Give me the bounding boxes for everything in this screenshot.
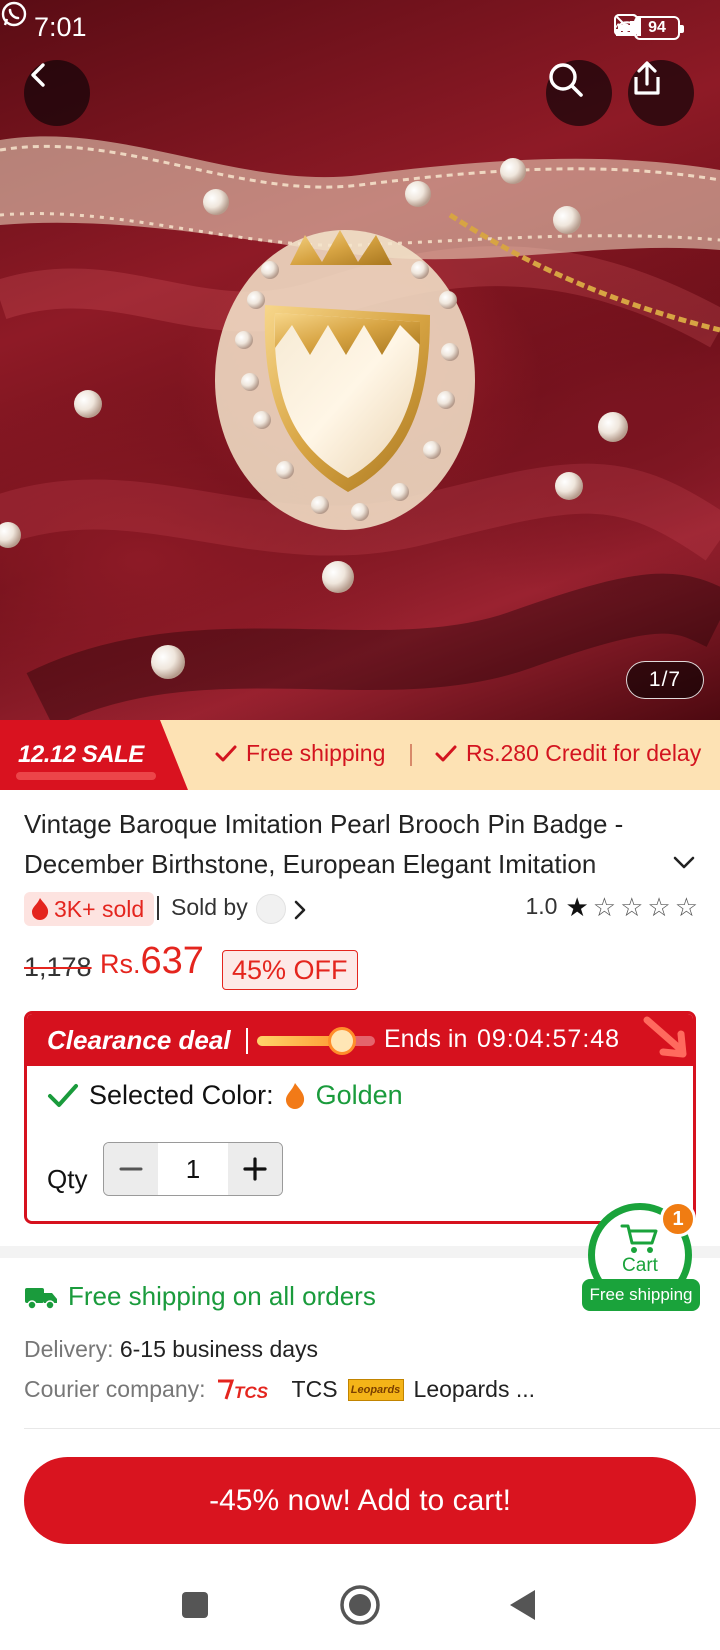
product-image[interactable]: 7:01 4G bbox=[0, 0, 720, 720]
clearance-deal-box: Clearance deal Ends in 09:04:57:48 Selec… bbox=[24, 1011, 696, 1224]
flame-icon bbox=[285, 1082, 304, 1109]
courier-tcs: TCS bbox=[291, 1376, 338, 1402]
back-nav-button[interactable] bbox=[500, 1582, 546, 1628]
battery-indicator: 94 bbox=[634, 16, 684, 40]
sold-badge: 3K+ sold bbox=[24, 892, 155, 926]
delivery-info: Delivery: 6-15 business days bbox=[24, 1336, 318, 1363]
chevron-right-icon[interactable] bbox=[290, 898, 310, 922]
star-empty-icon: ☆ bbox=[647, 891, 671, 922]
clearance-body: Selected Color: Golden Qty 1 bbox=[27, 1066, 693, 1221]
cart-free-shipping-tag: Free shipping bbox=[582, 1279, 700, 1311]
check-icon bbox=[435, 745, 457, 761]
star-full-icon: ★ bbox=[565, 891, 589, 922]
check-icon bbox=[48, 1083, 78, 1107]
share-button[interactable] bbox=[628, 60, 694, 126]
delivery-value: 6-15 business days bbox=[119, 1336, 319, 1362]
minus-icon bbox=[119, 1167, 143, 1171]
currency-label: Rs. bbox=[100, 949, 141, 979]
star-empty-icon: ☆ bbox=[674, 891, 698, 922]
clearance-title: Clearance deal bbox=[47, 1025, 231, 1055]
seller-logo[interactable] bbox=[256, 894, 286, 924]
fire-icon bbox=[32, 898, 49, 920]
check-icon bbox=[215, 745, 237, 761]
whatsapp-icon bbox=[1, 1, 27, 27]
current-price: Rs. 637 bbox=[100, 940, 204, 983]
promo-strip[interactable]: 12.12 SALE Free shipping Rs.280 Credit f… bbox=[0, 720, 720, 790]
decrease-button[interactable] bbox=[104, 1143, 158, 1195]
promo-free-shipping-label: Free shipping bbox=[246, 740, 386, 766]
star-empty-icon: ☆ bbox=[592, 891, 617, 922]
triangle-back-icon bbox=[510, 1590, 535, 1620]
sale-banner[interactable]: 12.12 SALE bbox=[0, 720, 188, 790]
courier-label: Courier company: bbox=[24, 1376, 206, 1402]
arrow-down-icon bbox=[643, 1016, 687, 1058]
add-to-cart-button[interactable]: -45% now! Add to cart! bbox=[24, 1457, 696, 1544]
floating-cart-button[interactable]: Cart 1 Free shipping bbox=[582, 1201, 700, 1311]
leopards-logo: Leopards bbox=[347, 1378, 404, 1401]
qty-label: Qty bbox=[47, 1164, 88, 1194]
free-shipping-headline: Free shipping on all orders bbox=[68, 1281, 376, 1311]
system-nav-bar bbox=[0, 1560, 720, 1650]
status-bar: 7:01 4G bbox=[0, 0, 720, 56]
quantity-value[interactable]: 1 bbox=[158, 1143, 228, 1195]
back-button[interactable] bbox=[24, 60, 90, 126]
back-arrow-icon bbox=[31, 63, 45, 87]
clearance-progress bbox=[257, 1027, 375, 1055]
selected-color-value: Golden bbox=[315, 1080, 403, 1110]
search-button[interactable] bbox=[546, 60, 612, 126]
selected-color-row[interactable]: Selected Color: Golden bbox=[47, 1080, 403, 1111]
home-circle-icon bbox=[340, 1585, 380, 1625]
star-empty-icon: ☆ bbox=[620, 891, 644, 922]
countdown-timer: 09:04:57:48 bbox=[477, 1025, 621, 1053]
cart-icon bbox=[620, 1224, 658, 1253]
tcs-logo: TCS bbox=[217, 1379, 269, 1402]
status-indicators: 4G 94 bbox=[613, 14, 684, 42]
truck-icon bbox=[25, 1287, 57, 1310]
sold-by-label[interactable]: Sold by bbox=[171, 894, 248, 921]
sale-label: 12.12 SALE bbox=[18, 741, 144, 768]
sold-count: 3K+ sold bbox=[54, 895, 145, 922]
original-price: 1,178 bbox=[24, 952, 92, 982]
free-shipping-row[interactable]: Free shipping on all orders bbox=[24, 1281, 376, 1312]
plus-icon bbox=[243, 1157, 267, 1181]
clock-icon bbox=[327, 1027, 356, 1055]
courier-leopards: Leopards ... bbox=[413, 1376, 535, 1402]
image-counter: 1/7 bbox=[626, 661, 704, 699]
promo-credit: Rs.280 Credit for delay bbox=[434, 740, 701, 767]
chevron-down-icon[interactable] bbox=[670, 848, 698, 876]
product-title[interactable]: Vintage Baroque Imitation Pearl Brooch P… bbox=[24, 804, 654, 884]
rating[interactable]: 1.0 ★ ☆ ☆ ☆ ☆ bbox=[525, 893, 698, 920]
delivery-label: Delivery: bbox=[24, 1336, 114, 1362]
recents-button[interactable] bbox=[172, 1582, 218, 1628]
discount-badge: 45% OFF bbox=[222, 950, 358, 990]
cart-label: Cart bbox=[622, 1255, 658, 1276]
ends-in-label: Ends in bbox=[384, 1025, 468, 1053]
promo-credit-label: Rs.280 Credit for delay bbox=[466, 740, 702, 766]
price-value: 637 bbox=[140, 940, 204, 982]
increase-button[interactable] bbox=[228, 1143, 282, 1195]
rating-value: 1.0 bbox=[525, 893, 558, 919]
home-button[interactable] bbox=[337, 1582, 383, 1628]
square-icon bbox=[182, 1592, 208, 1618]
selected-color-label: Selected Color: bbox=[89, 1080, 274, 1110]
clearance-header: Clearance deal Ends in 09:04:57:48 bbox=[27, 1014, 693, 1066]
status-time: 7:01 bbox=[34, 12, 87, 42]
search-icon bbox=[549, 63, 583, 97]
brooch-illustration bbox=[0, 136, 720, 720]
share-icon bbox=[634, 61, 660, 95]
quantity-stepper[interactable]: 1 bbox=[103, 1142, 283, 1196]
svg-text:TCS: TCS bbox=[234, 1383, 269, 1402]
promo-free-shipping: Free shipping bbox=[214, 740, 385, 767]
promo-divider bbox=[410, 744, 412, 766]
courier-info[interactable]: Courier company: TCS TCS Leopards Leopar… bbox=[24, 1376, 535, 1403]
cart-count-badge: 1 bbox=[660, 1201, 696, 1237]
